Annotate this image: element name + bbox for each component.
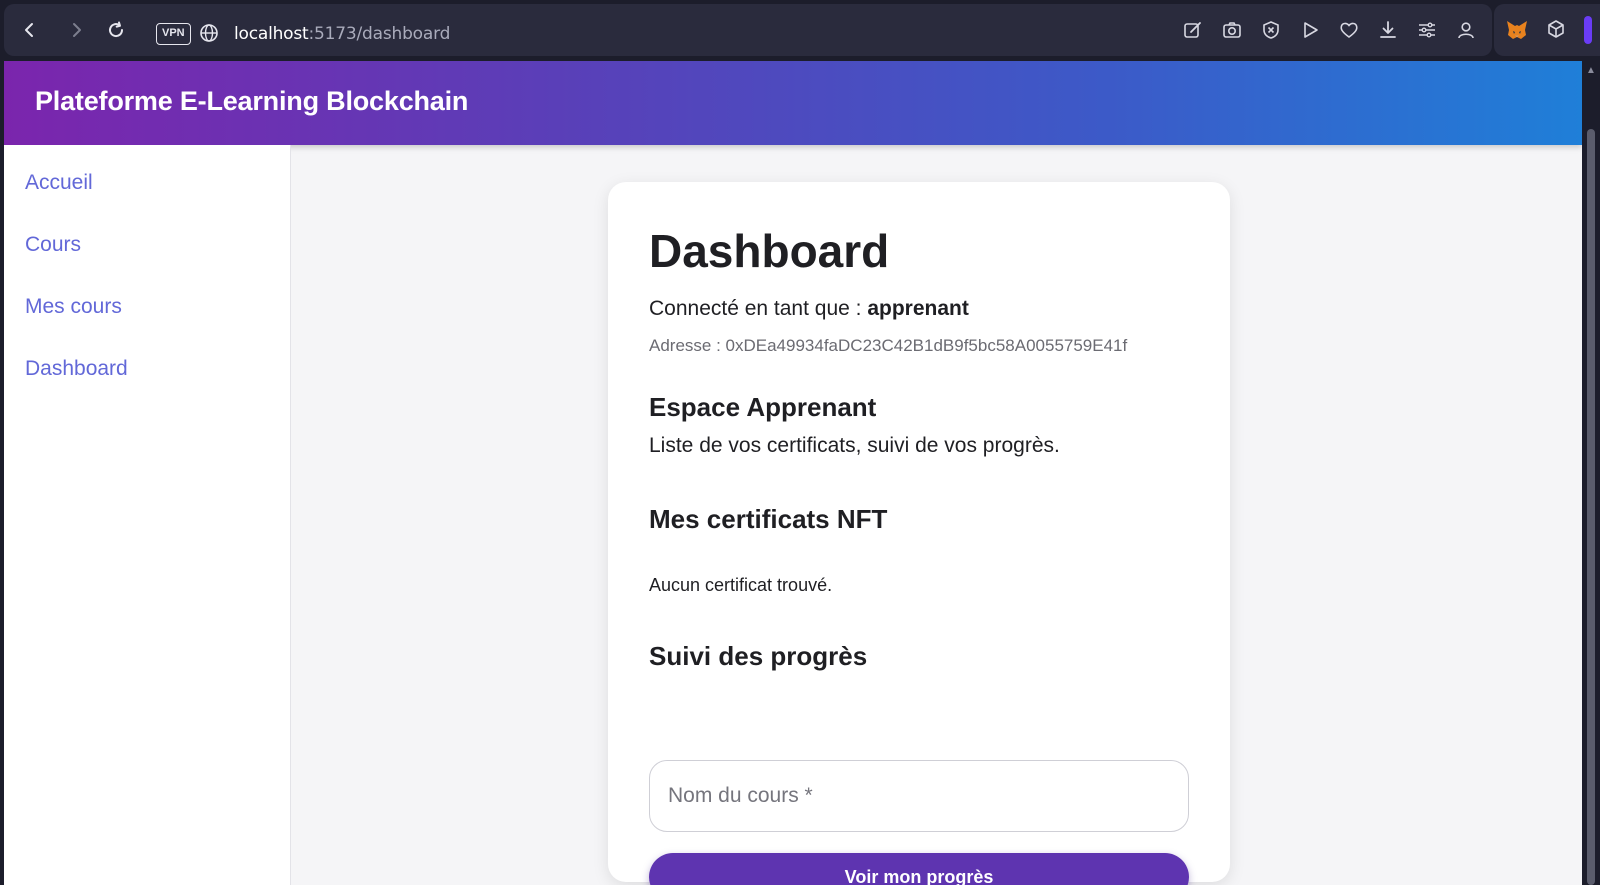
sidebar: Accueil Cours Mes cours Dashboard xyxy=(4,145,291,885)
browser-toolbar: VPN localhost:5173/dashboard xyxy=(4,4,1492,56)
course-name-input[interactable] xyxy=(649,760,1189,832)
wallet-address: Adresse : 0xDEa49934faDC23C42B1dB9f5bc58… xyxy=(649,336,1128,355)
certificates-empty: Aucun certificat trouvé. xyxy=(649,575,833,595)
url-path: :5173/dashboard xyxy=(308,24,451,44)
sidebar-item-mes-cours[interactable]: Mes cours xyxy=(25,295,122,319)
sidebar-item-cours[interactable]: Cours xyxy=(25,233,81,257)
forward-button[interactable] xyxy=(64,18,88,42)
chevron-right-icon xyxy=(73,23,81,37)
extensions-cube-icon[interactable] xyxy=(1546,19,1566,39)
scrollbar[interactable]: ▲ xyxy=(1582,61,1600,885)
connected-status: Connecté en tant que : apprenant xyxy=(649,297,969,321)
edit-icon[interactable] xyxy=(1181,18,1205,42)
view-progress-button[interactable]: Voir mon progrès xyxy=(649,853,1189,885)
user-role: apprenant xyxy=(867,297,969,320)
profile-icon[interactable] xyxy=(1454,18,1478,42)
download-icon[interactable] xyxy=(1376,18,1400,42)
shield-x-icon[interactable] xyxy=(1259,18,1283,42)
page-viewport: Plateforme E-Learning Blockchain Accueil… xyxy=(4,61,1582,885)
address-bar[interactable]: localhost:5173/dashboard xyxy=(234,24,450,44)
play-icon[interactable] xyxy=(1298,18,1322,42)
reload-button[interactable] xyxy=(104,18,128,42)
page-title: Dashboard xyxy=(649,225,890,277)
connected-prefix: Connecté en tant que : xyxy=(649,297,868,320)
camera-icon[interactable] xyxy=(1220,18,1244,42)
progress-title: Suivi des progrès xyxy=(649,641,868,671)
dashboard-card: Dashboard Connecté en tant que : apprena… xyxy=(608,182,1230,885)
space-title: Espace Apprenant xyxy=(649,392,877,422)
url-host: localhost xyxy=(234,24,309,44)
app-title: Plateforme E-Learning Blockchain xyxy=(35,86,469,116)
sidebar-item-accueil[interactable]: Accueil xyxy=(25,171,93,195)
scrollbar-thumb[interactable] xyxy=(1587,129,1595,885)
chevron-left-icon xyxy=(25,23,33,37)
heart-icon[interactable] xyxy=(1337,18,1361,42)
sidebar-item-dashboard[interactable]: Dashboard xyxy=(25,357,128,381)
reload-icon xyxy=(109,21,124,38)
sidebar-indicator[interactable] xyxy=(1584,16,1592,44)
globe-icon xyxy=(200,24,218,42)
metamask-fox-icon[interactable] xyxy=(1505,18,1529,42)
certificates-title: Mes certificats NFT xyxy=(649,504,888,534)
back-button[interactable] xyxy=(18,18,42,42)
settings-icon[interactable] xyxy=(1415,18,1439,42)
scroll-up-icon[interactable]: ▲ xyxy=(1586,65,1596,76)
vpn-badge[interactable]: VPN xyxy=(156,23,191,45)
space-description: Liste de vos certificats, suivi de vos p… xyxy=(649,434,1060,457)
app-header: Plateforme E-Learning Blockchain xyxy=(4,61,1582,145)
